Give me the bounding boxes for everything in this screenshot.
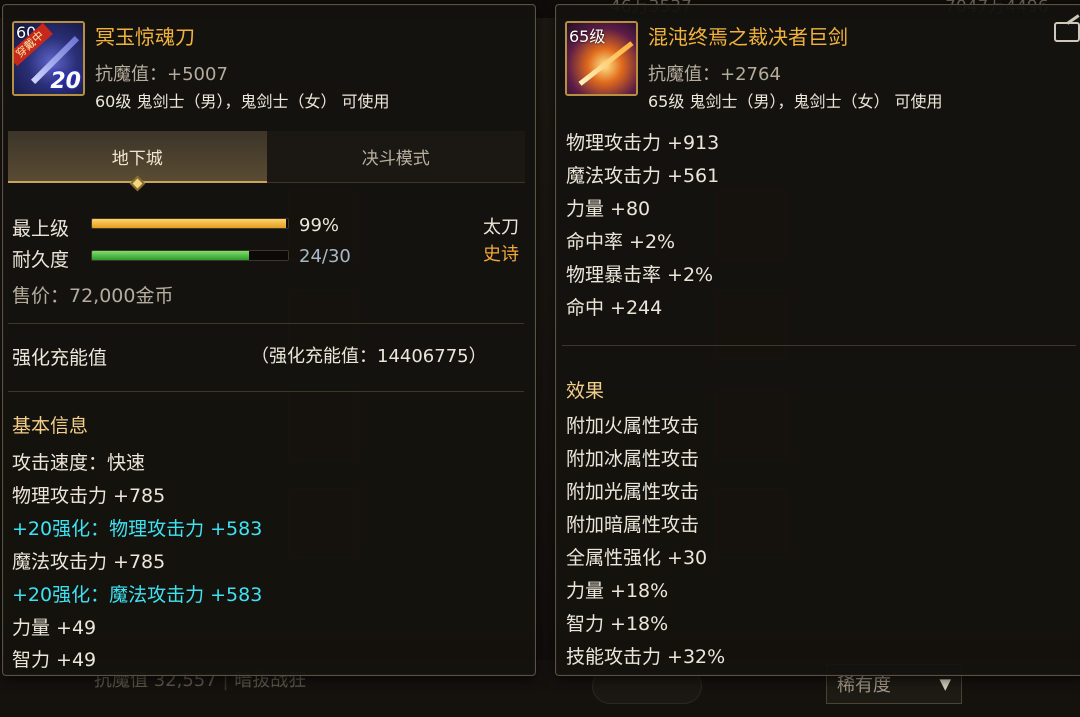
mode-tabs: 地下城 决斗模式 [8, 131, 525, 192]
divider [562, 345, 1076, 346]
item-icon-blade: 60 穿戴中 20 [12, 21, 85, 96]
stat-line: 命中 +244 [566, 297, 663, 319]
basic-info-title: 基本信息 [12, 415, 89, 437]
share-icon[interactable] [1054, 22, 1080, 42]
enhance-stat-line: +20强化：魔法攻击力 +583 [12, 584, 263, 606]
stat-line: 魔法攻击力 +561 [566, 165, 720, 187]
stat-line: 力量 +80 [566, 198, 651, 220]
stat-line: 物理攻击力 +913 [566, 132, 720, 154]
item-usable-classes: 65级 鬼剑士（男），鬼剑士（女） 可使用 [648, 92, 943, 111]
effects-title: 效果 [566, 380, 605, 402]
tab-active-indicator-icon [129, 175, 146, 192]
item-name: 混沌终焉之裁决者巨剑 [648, 25, 848, 49]
effect-line: 力量 +18% [566, 580, 669, 602]
divider [8, 391, 524, 392]
stat-line: 智力 +49 [12, 649, 97, 671]
enhance-stat-line: +20强化：物理攻击力 +583 [12, 518, 263, 540]
grade-value: 99% [299, 215, 340, 236]
amplify-value: （强化充能值：14406775） [251, 346, 487, 367]
enhance-level-badge: 20 [50, 69, 81, 94]
effect-line: 附加暗属性攻击 [566, 514, 700, 536]
effect-line: 附加光属性攻击 [566, 481, 700, 503]
durability-label: 耐久度 [12, 249, 70, 271]
stat-line: 魔法攻击力 +785 [12, 551, 166, 573]
divider [8, 323, 524, 324]
chevron-down-icon: ▼ [939, 675, 951, 693]
compare-item-tooltip: 65级 混沌终焉之裁决者巨剑 抗魔值：+2764 65级 鬼剑士（男），鬼剑士（… [555, 4, 1080, 676]
tab-dungeon-label: 地下城 [111, 148, 163, 169]
item-icon-level: 65级 [569, 27, 606, 46]
item-name: 冥玉惊魂刀 [95, 25, 195, 49]
effect-line: 附加冰属性攻击 [566, 448, 700, 470]
item-resist: 抗魔值：+2764 [648, 64, 781, 85]
effect-line: 全属性强化 +30 [566, 547, 708, 569]
stat-line: 物理暴击率 +2% [566, 264, 714, 286]
tab-dungeon[interactable]: 地下城 [8, 131, 267, 192]
stat-line: 物理攻击力 +785 [12, 485, 166, 507]
tab-duel-label: 决斗模式 [361, 149, 430, 169]
item-usable-classes: 60级 鬼剑士（男），鬼剑士（女） 可使用 [95, 92, 390, 111]
item-icon-greatsword: 65级 [565, 21, 638, 96]
sell-price: 售价：72,000金币 [12, 285, 174, 307]
effect-line: 智力 +18% [566, 613, 669, 635]
equipped-item-tooltip: 60 穿戴中 20 冥玉惊魂刀 抗魔值：+5007 60级 鬼剑士（男），鬼剑士… [2, 4, 536, 676]
effect-line: 附加火属性攻击 [566, 415, 700, 437]
durability-bar-fill [92, 251, 249, 260]
item-resist: 抗魔值：+5007 [95, 64, 228, 85]
grade-label: 最上级 [12, 218, 70, 240]
durability-value: 24/30 [299, 246, 351, 267]
grade-bar-fill [92, 219, 287, 228]
weapon-type: 太刀 [483, 217, 519, 238]
durability-bar [91, 250, 289, 261]
tab-duel[interactable]: 决斗模式 [266, 131, 525, 183]
stat-line: 攻击速度：快速 [12, 452, 146, 474]
effect-line: 技能攻击力 +32% [566, 646, 726, 668]
stat-line: 力量 +49 [12, 617, 97, 639]
rarity-label: 史诗 [483, 244, 519, 265]
grade-bar [91, 218, 289, 229]
stat-line: 命中率 +2% [566, 231, 676, 253]
amplify-label: 强化充能值 [12, 347, 108, 369]
